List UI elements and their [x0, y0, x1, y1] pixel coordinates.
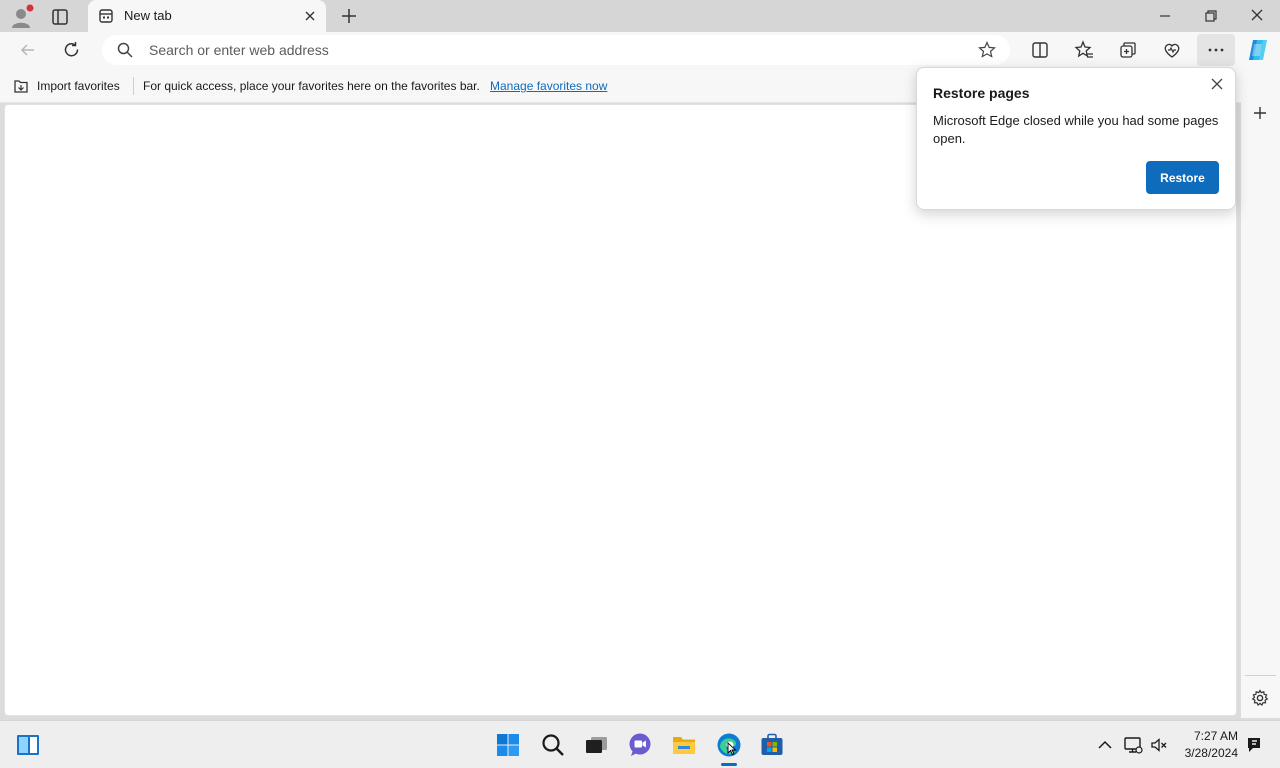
address-bar-placeholder: Search or enter web address [149, 42, 329, 58]
dialog-title: Restore pages [933, 85, 1030, 101]
import-favorites-label: Import favorites [37, 79, 120, 93]
refresh-icon[interactable] [58, 36, 86, 64]
system-clock[interactable]: 7:27 AM 3/28/2024 [1176, 728, 1238, 762]
dialog-message: Microsoft Edge closed while you had some… [933, 113, 1219, 146]
search-icon [116, 41, 134, 59]
restore-pages-dialog: Restore pages Microsoft Edge closed whil… [916, 67, 1236, 210]
navigation-toolbar: Search or enter web address [0, 32, 1280, 68]
edge-icon[interactable] [715, 731, 743, 759]
tab-strip: New tab [0, 0, 1280, 32]
start-icon[interactable] [494, 731, 522, 759]
close-window-icon[interactable] [1242, 4, 1272, 28]
sidebar-divider [1245, 675, 1276, 676]
address-bar[interactable]: Search or enter web address [102, 35, 1010, 65]
taskbar: 7:27 AM 3/28/2024 [0, 720, 1280, 768]
close-icon[interactable] [302, 8, 318, 24]
edge-sidebar [1241, 68, 1280, 718]
minimize-icon[interactable] [1150, 4, 1180, 28]
close-icon[interactable] [1207, 74, 1227, 94]
collections-icon[interactable] [1114, 36, 1142, 64]
copilot-icon[interactable] [1244, 36, 1272, 64]
profile-icon[interactable] [8, 4, 36, 30]
split-screen-icon[interactable] [1026, 36, 1054, 64]
new-tab-page-icon [98, 8, 114, 24]
tab-actions-icon[interactable] [46, 4, 74, 30]
volume-muted-icon[interactable] [1149, 735, 1169, 755]
teams-chat-icon[interactable] [626, 731, 654, 759]
network-icon[interactable] [1123, 735, 1143, 755]
back-icon[interactable] [14, 36, 42, 64]
task-view-icon[interactable] [582, 731, 610, 759]
clock-date: 3/28/2024 [1184, 746, 1238, 760]
favorites-divider [133, 77, 134, 95]
browser-essentials-icon[interactable] [1158, 36, 1186, 64]
chevron-up-icon[interactable] [1095, 735, 1115, 755]
new-tab-button[interactable] [338, 4, 360, 28]
plus-icon[interactable] [1246, 99, 1274, 127]
store-icon[interactable] [758, 731, 786, 759]
tab-new-tab[interactable]: New tab [88, 0, 326, 32]
more-icon[interactable] [1197, 34, 1235, 66]
star-icon[interactable] [978, 41, 996, 59]
tab-title: New tab [124, 8, 172, 23]
notification-icon[interactable] [1244, 735, 1264, 755]
favorites-bar-hint: For quick access, place your favorites h… [143, 79, 480, 93]
file-explorer-icon[interactable] [670, 731, 698, 759]
restore-button[interactable]: Restore [1146, 161, 1219, 194]
active-app-indicator [721, 763, 737, 766]
search-icon[interactable] [539, 731, 567, 759]
import-favorites-button[interactable]: Import favorites [12, 77, 120, 95]
widgets-icon[interactable] [14, 731, 42, 759]
restore-window-icon[interactable] [1196, 4, 1226, 28]
manage-favorites-link[interactable]: Manage favorites now [490, 79, 607, 93]
clock-time: 7:27 AM [1193, 729, 1238, 743]
gear-icon[interactable] [1246, 684, 1274, 712]
import-favorites-icon [14, 80, 28, 93]
favorites-icon[interactable] [1070, 36, 1098, 64]
